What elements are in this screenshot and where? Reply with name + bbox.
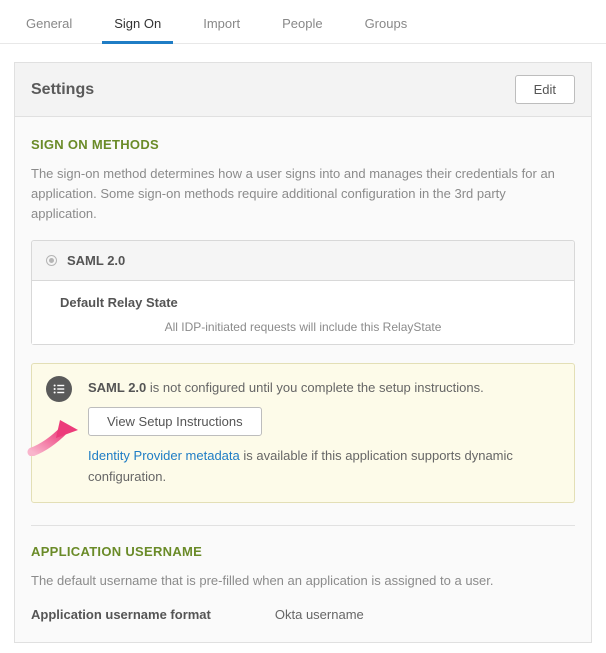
username-format-label: Application username format (31, 607, 211, 622)
sign-on-methods-title: SIGN ON METHODS (31, 137, 575, 152)
callout-line-1: SAML 2.0 is not configured until you com… (88, 378, 560, 399)
settings-panel: Settings Edit SIGN ON METHODS The sign-o… (14, 62, 592, 643)
saml-method-label: SAML 2.0 (67, 253, 125, 268)
saml-method-header[interactable]: SAML 2.0 (32, 241, 574, 281)
settings-header: Settings Edit (15, 63, 591, 117)
application-username-title: APPLICATION USERNAME (31, 544, 575, 559)
relay-state-note: All IDP-initiated requests will include … (46, 320, 560, 334)
tab-people[interactable]: People (270, 8, 334, 43)
username-format-value: Okta username (275, 607, 364, 622)
callout-line-2: Identity Provider metadata is available … (88, 446, 560, 488)
tab-groups[interactable]: Groups (353, 8, 420, 43)
radio-icon (46, 255, 57, 266)
pointer-arrow-icon (26, 416, 82, 456)
settings-title: Settings (31, 81, 94, 99)
sign-on-methods-desc: The sign-on method determines how a user… (31, 164, 575, 224)
divider (31, 525, 575, 526)
username-format-row: Application username format Okta usernam… (31, 607, 575, 622)
idp-metadata-link[interactable]: Identity Provider metadata (88, 448, 240, 463)
tab-general[interactable]: General (14, 8, 84, 43)
tab-sign-on[interactable]: Sign On (102, 8, 173, 44)
view-setup-button[interactable]: View Setup Instructions (88, 407, 262, 436)
relay-state-label: Default Relay State (60, 295, 560, 310)
edit-button[interactable]: Edit (515, 75, 575, 104)
setup-callout: SAML 2.0 is not configured until you com… (31, 363, 575, 502)
tabs: General Sign On Import People Groups (0, 0, 606, 44)
saml-method-box: SAML 2.0 Default Relay State All IDP-ini… (31, 240, 575, 345)
list-icon (46, 376, 72, 402)
settings-body: SIGN ON METHODS The sign-on method deter… (15, 117, 591, 642)
tab-import[interactable]: Import (191, 8, 252, 43)
saml-method-body: Default Relay State All IDP-initiated re… (32, 281, 574, 344)
